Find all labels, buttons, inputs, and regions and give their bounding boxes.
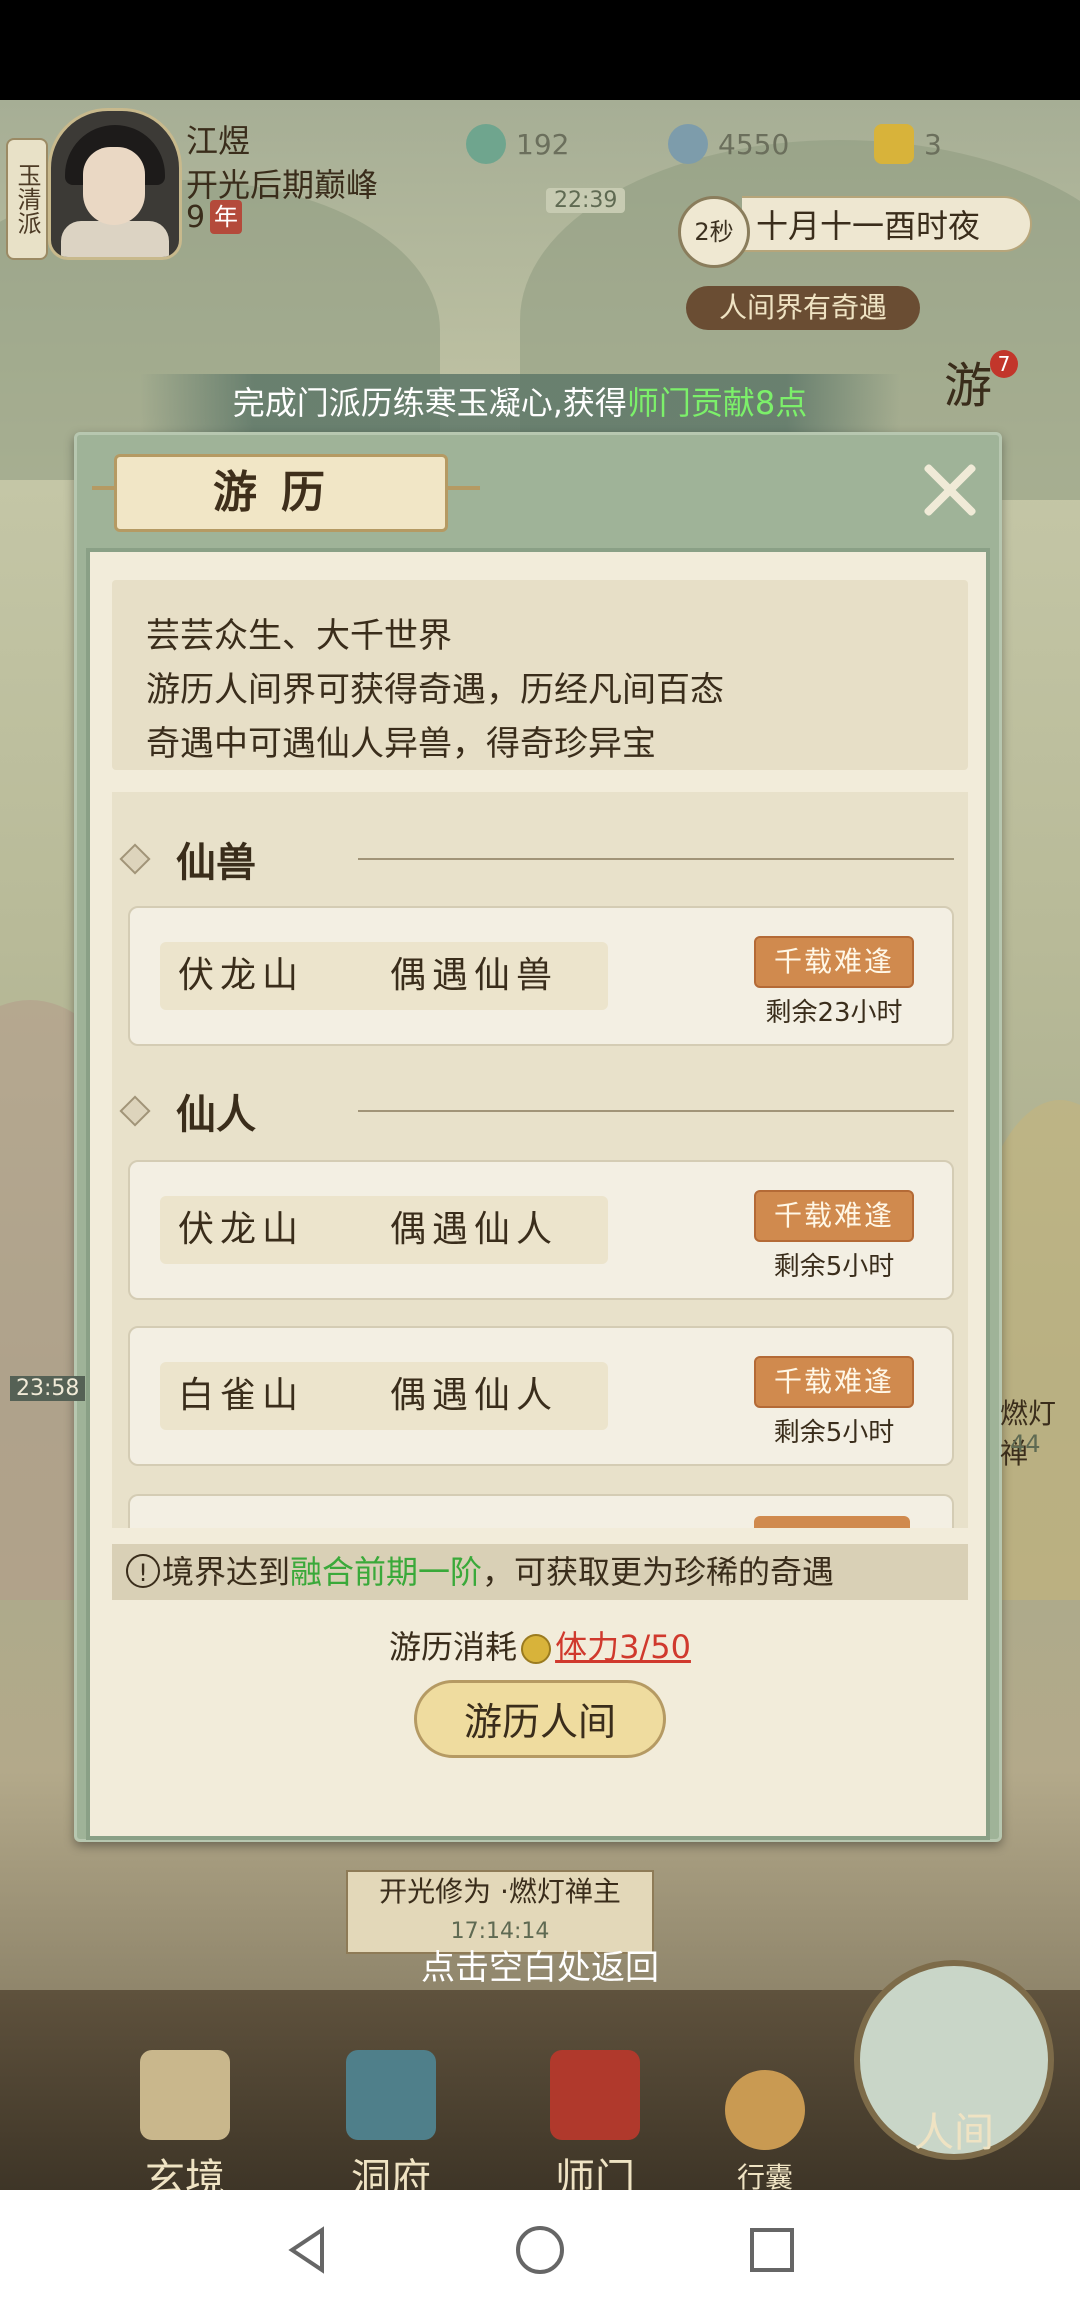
travel-cost: 游历消耗 体力3/50	[0, 1622, 1080, 1668]
encounter-card[interactable]: 白雀山 偶遇仙人 千载难逢 剩余5小时	[128, 1326, 954, 1466]
nav-dongfu[interactable]: 洞府	[316, 2050, 466, 2204]
encounter-event: 偶遇仙人	[390, 1209, 559, 1250]
rarity-tag: 千载难逢	[754, 1356, 914, 1408]
player-avatar[interactable]	[48, 108, 182, 260]
sect-tag: 玉清派	[6, 138, 48, 260]
home-icon[interactable]	[514, 2224, 566, 2276]
dialog-title: 游历	[114, 454, 448, 532]
banner-icon	[550, 2050, 640, 2140]
player-age: 9	[186, 200, 206, 235]
description-line: 芸芸众生、大千世界	[146, 616, 452, 656]
rarity-tag: 千载难逢	[754, 1190, 914, 1242]
hint-text: ，可获取更为珍稀的奇遇	[482, 1553, 835, 1591]
status-bar	[0, 0, 1080, 100]
hint-text: 境界达到	[162, 1553, 291, 1591]
close-button[interactable]	[914, 454, 986, 526]
resource-value: 192	[516, 127, 570, 161]
nav-xuanjing[interactable]: 玄境	[110, 2050, 260, 2204]
encounter-event: 偶遇仙兽	[390, 955, 559, 996]
gold-ingot-icon	[874, 124, 914, 164]
bag-icon	[725, 2070, 805, 2150]
resource-coin[interactable]: 4550	[668, 122, 789, 166]
section-title: 仙人	[176, 1091, 256, 1138]
coin-icon	[668, 124, 708, 164]
encounter-event: 偶遇仙人	[390, 1375, 559, 1416]
resource-jade[interactable]: 192	[466, 122, 569, 166]
encounter-location: 白雀山	[178, 1375, 305, 1416]
resource-gold[interactable]: 3	[874, 122, 942, 166]
jade-spirit-icon	[466, 124, 506, 164]
encounter-card[interactable]: 伏龙山 偶遇仙人 千载难逢 剩余5小时	[128, 1160, 954, 1300]
bg-timer: 23:58	[10, 1376, 86, 1401]
countdown-timer: 2秒	[678, 196, 750, 268]
nav-shimen[interactable]: 师门	[520, 2050, 670, 2204]
remaining-time: 剩余23小时	[765, 998, 903, 1028]
scroll-icon	[140, 2050, 230, 2140]
section-divider	[358, 858, 954, 860]
encounter-card[interactable]: 伏龙山 偶遇仙兽 千载难逢 剩余23小时	[128, 906, 954, 1046]
nav-label: 人间	[914, 2110, 994, 2156]
encounter-location: 伏龙山	[178, 955, 305, 996]
realm-hint: 境界达到融合前期一阶，可获取更为珍稀的奇遇	[112, 1544, 968, 1600]
remaining-time: 剩余5小时	[773, 1418, 895, 1448]
travel-button[interactable]: 游历人间	[414, 1680, 666, 1758]
bg-timer: 44	[1010, 1430, 1041, 1458]
description-line: 奇遇中可遇仙人异兽，得奇珍异宝	[146, 724, 656, 764]
event-pill[interactable]: 人间界有奇遇	[686, 286, 920, 330]
nav-renjian[interactable]: 人间	[854, 2100, 1054, 2158]
remaining-time: 剩余5小时	[773, 1252, 895, 1282]
resource-value: 4550	[718, 127, 790, 161]
section-divider	[358, 1110, 954, 1112]
hint-highlight: 融合前期一阶	[290, 1553, 483, 1591]
notice-reward: 师门贡献8点	[626, 384, 808, 422]
game-date: 十月十一酉时夜	[742, 196, 1032, 252]
age-unit-badge: 年	[210, 200, 242, 234]
resource-value: 3	[924, 127, 942, 161]
pavilion-icon	[346, 2050, 436, 2140]
encounter-location: 伏龙山	[178, 1209, 305, 1250]
stamina-icon	[521, 1634, 552, 1664]
back-icon[interactable]	[282, 2224, 334, 2276]
section-title: 仙兽	[176, 839, 256, 886]
cost-label: 游历消耗	[389, 1628, 518, 1666]
bg-card-title: 开光修为 ·燃灯禅主	[379, 1875, 621, 1908]
encounter-card-partial[interactable]	[128, 1494, 954, 1528]
stamina-value[interactable]: 体力3/50	[555, 1628, 691, 1666]
clock-label: 22:39	[546, 188, 626, 213]
player-name: 江煜	[186, 122, 251, 160]
description-line: 游历人间界可获得奇遇，历经凡间百态	[146, 670, 724, 710]
notice-text: 完成门派历练寒玉凝心,获得	[232, 384, 627, 422]
notice-banner: 完成门派历练寒玉凝心,获得师门贡献8点	[140, 374, 900, 432]
nav-xingnang[interactable]: 行囊	[690, 2070, 840, 2196]
notification-count: 7	[990, 350, 1018, 378]
exclamation-icon: !	[126, 1554, 160, 1588]
rarity-tag: 千载难逢	[754, 936, 914, 988]
recents-icon[interactable]	[746, 2224, 798, 2276]
